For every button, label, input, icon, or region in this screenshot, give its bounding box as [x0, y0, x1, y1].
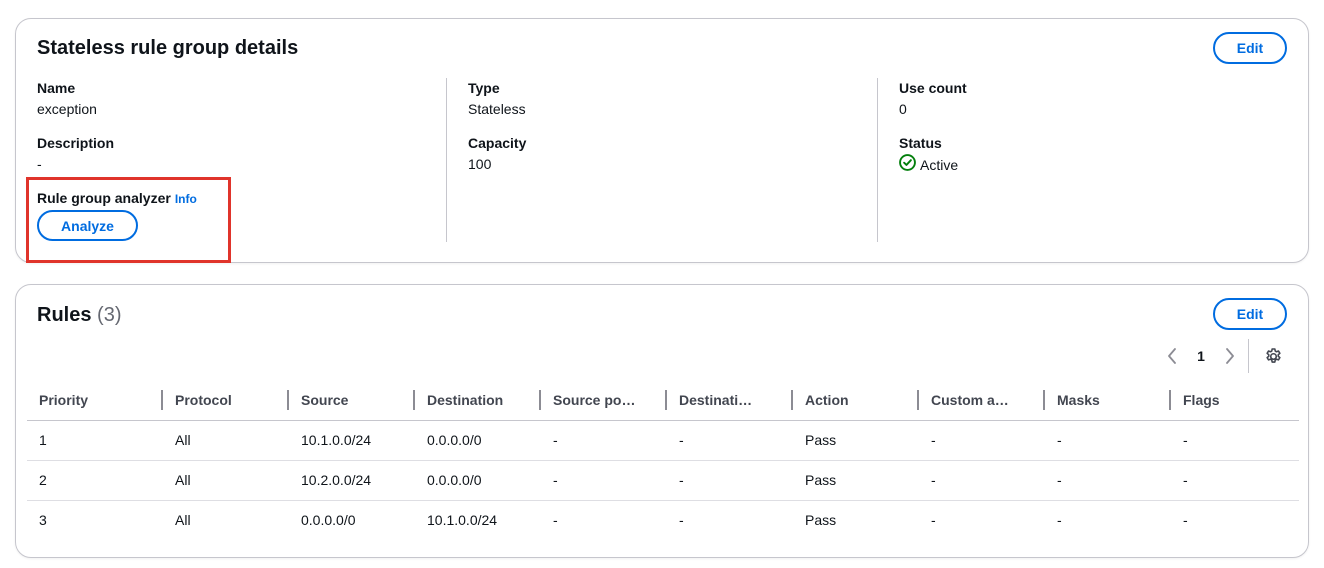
- cell-action: Pass: [793, 420, 919, 461]
- pagination: 1: [1160, 345, 1242, 367]
- description-label: Description: [37, 135, 115, 151]
- name-label: Name: [37, 80, 76, 96]
- cell-action: Pass: [805, 512, 837, 529]
- cell-flags: -: [1183, 512, 1188, 529]
- table-header-row: Priority Protocol Source Destination Sou…: [27, 380, 1299, 421]
- column-header-flags[interactable]: Flags: [1171, 380, 1299, 421]
- highlight-annotation: [26, 177, 231, 263]
- gear-icon[interactable]: [1262, 345, 1284, 367]
- name-value: exception: [37, 101, 97, 117]
- type-value: Stateless: [468, 101, 526, 117]
- page-number[interactable]: 1: [1184, 348, 1218, 364]
- cell-destination: 0.0.0.0/0: [415, 420, 541, 461]
- column-header-custom-action[interactable]: Custom a…: [919, 380, 1045, 421]
- cell-source-port: -: [553, 512, 558, 529]
- name-field: Name exception: [37, 78, 97, 119]
- cell-action: Pass: [793, 460, 919, 501]
- column-header-destination-port[interactable]: Destinati…: [667, 380, 793, 421]
- cell-flags: -: [1171, 460, 1299, 501]
- chevron-left-icon[interactable]: [1160, 345, 1184, 367]
- cell-destination: 10.1.0.0/24: [427, 512, 498, 529]
- cell-priority: 2: [27, 460, 163, 501]
- status-indicator: Active: [899, 154, 958, 176]
- cell-destination-port: -: [679, 512, 684, 529]
- cell-protocol: All: [175, 512, 191, 529]
- cell-masks: -: [1045, 420, 1171, 461]
- cell-custom-action: -: [919, 420, 1045, 461]
- cell-source: 10.2.0.0/24: [289, 460, 415, 501]
- rules-title-text: Rules: [37, 304, 92, 326]
- column-header-masks[interactable]: Masks: [1045, 380, 1171, 421]
- table-row: 1 All 10.1.0.0/24 0.0.0.0/0 - - Pass - -…: [27, 420, 1299, 461]
- capacity-field: Capacity 100: [468, 133, 526, 174]
- table-row: 3 All 0.0.0.0/0 10.1.0.0/24 - - Pass - -…: [27, 500, 1299, 540]
- column-header-action[interactable]: Action: [793, 380, 919, 421]
- column-divider: [446, 78, 447, 242]
- cell-flags: -: [1171, 420, 1299, 461]
- cell-destination-port: -: [667, 420, 793, 461]
- column-header-destination[interactable]: Destination: [415, 380, 541, 421]
- rules-count: (3): [97, 304, 122, 326]
- table-row: 2 All 10.2.0.0/24 0.0.0.0/0 - - Pass - -…: [27, 460, 1299, 501]
- cell-source-port: -: [541, 420, 667, 461]
- cell-source: 10.1.0.0/24: [289, 420, 415, 461]
- cell-masks: -: [1057, 512, 1062, 529]
- chevron-right-icon[interactable]: [1218, 345, 1242, 367]
- type-label: Type: [468, 80, 500, 96]
- status-value: Active: [920, 157, 959, 173]
- use-count-value: 0: [899, 101, 907, 117]
- cell-priority: 3: [39, 512, 47, 529]
- column-header-priority[interactable]: Priority: [27, 380, 163, 421]
- check-circle-icon: [899, 154, 916, 176]
- column-header-source[interactable]: Source: [289, 380, 415, 421]
- capacity-value: 100: [468, 156, 492, 172]
- cell-custom-action: -: [931, 512, 936, 529]
- cell-protocol: All: [163, 460, 289, 501]
- pagination-divider: [1248, 339, 1249, 373]
- rules-table: Priority Protocol Source Destination Sou…: [27, 380, 1299, 540]
- cell-destination: 0.0.0.0/0: [415, 460, 541, 501]
- status-field: Status Active: [899, 133, 958, 176]
- description-value: -: [37, 156, 42, 172]
- cell-source: 0.0.0.0/0: [301, 512, 356, 529]
- cell-destination-port: -: [667, 460, 793, 501]
- details-edit-button[interactable]: Edit: [1213, 32, 1287, 64]
- rules-title: Rules (3): [37, 304, 121, 327]
- cell-protocol: All: [163, 420, 289, 461]
- rules-edit-button[interactable]: Edit: [1213, 298, 1287, 330]
- column-header-protocol[interactable]: Protocol: [163, 380, 289, 421]
- cell-priority: 1: [27, 420, 163, 461]
- status-label: Status: [899, 135, 942, 151]
- capacity-label: Capacity: [468, 135, 527, 151]
- details-title: Stateless rule group details: [37, 37, 299, 59]
- type-field: Type Stateless: [468, 78, 526, 119]
- use-count-field: Use count 0: [899, 78, 967, 119]
- cell-custom-action: -: [919, 460, 1045, 501]
- cell-masks: -: [1045, 460, 1171, 501]
- column-divider: [877, 78, 878, 242]
- column-header-source-port[interactable]: Source po…: [541, 380, 667, 421]
- cell-source-port: -: [541, 460, 667, 501]
- use-count-label: Use count: [899, 80, 967, 96]
- description-field: Description -: [37, 133, 114, 174]
